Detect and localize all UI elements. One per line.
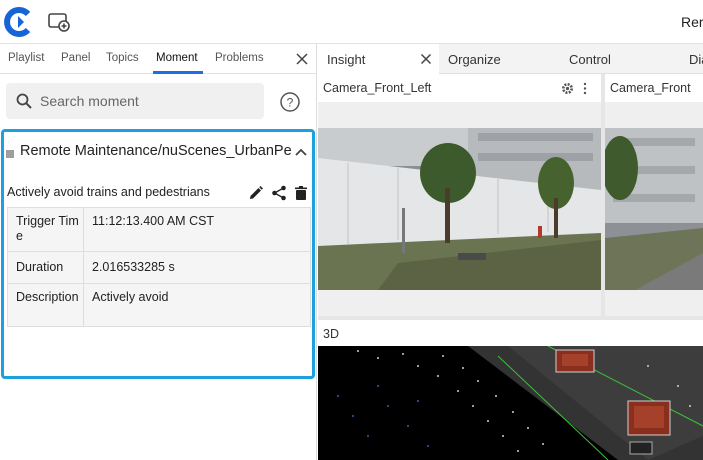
close-icon[interactable] <box>418 51 434 67</box>
top-bar: Rer <box>0 0 703 44</box>
camera-front-left-image <box>318 128 601 290</box>
camera-front-left-view[interactable] <box>318 102 601 316</box>
field-value-duration: 2.016533285 s <box>83 251 311 284</box>
right-tab-bar: Insight Organize Control Dia <box>318 44 703 74</box>
table-row: Description Actively avoid <box>7 283 311 327</box>
camera-front-image <box>605 128 703 290</box>
right-panel: Insight Organize Control Dia Camera_Fron… <box>318 44 703 460</box>
moment-description: Actively avoid trains and pedestrians <box>7 185 210 199</box>
new-window-icon[interactable] <box>47 11 71 33</box>
tab-moment[interactable]: Moment <box>156 52 198 64</box>
view-3d-title: 3D <box>323 327 339 341</box>
tab-topics[interactable]: Topics <box>106 52 139 64</box>
view-3d-header: 3D <box>318 320 703 346</box>
tab-organize[interactable]: Organize <box>448 44 501 74</box>
camera-front-title: Camera_Front <box>610 81 691 95</box>
app-logo-icon[interactable] <box>2 6 34 38</box>
field-value-trigger-time: 11:12:13.400 AM CST <box>83 207 311 252</box>
moment-card-header[interactable]: Remote Maintenance/nuScenes_UrbanPe <box>4 132 312 172</box>
vehicle-box <box>555 349 595 373</box>
view-3d-canvas[interactable] <box>318 346 703 460</box>
left-tab-bar: Playlist Panel Topics Moment Problems <box>0 44 317 74</box>
search-icon <box>16 93 32 109</box>
vehicle-box <box>627 400 671 436</box>
edit-icon[interactable] <box>248 185 264 201</box>
tab-dia[interactable]: Dia <box>689 44 703 74</box>
camera-front-view[interactable] <box>605 102 703 316</box>
share-icon[interactable] <box>271 185 287 201</box>
moment-details-table: Trigger Time 11:12:13.400 AM CST Duratio… <box>7 207 311 327</box>
table-row: Duration 2.016533285 s <box>7 251 311 284</box>
tab-problems[interactable]: Problems <box>215 52 264 64</box>
left-panel: Playlist Panel Topics Moment Problems ? … <box>0 44 317 460</box>
search-input[interactable] <box>40 83 260 119</box>
help-icon[interactable]: ? <box>279 91 301 113</box>
point-cloud-image <box>318 346 703 460</box>
tab-playlist[interactable]: Playlist <box>8 52 44 64</box>
moment-title: Remote Maintenance/nuScenes_UrbanPe <box>20 143 292 159</box>
search-box <box>6 83 264 119</box>
camera-front-left-header: Camera_Front_Left <box>318 74 601 102</box>
moment-status-marker <box>6 150 14 158</box>
table-row: Trigger Time 11:12:13.400 AM CST <box>7 207 311 252</box>
field-value-description: Actively avoid <box>83 283 311 327</box>
camera-front-left-title: Camera_Front_Left <box>323 81 432 95</box>
field-key-trigger-time: Trigger Time <box>7 207 84 252</box>
active-tab-indicator <box>153 71 203 74</box>
tab-insight-label: Insight <box>327 52 366 67</box>
tab-panel[interactable]: Panel <box>61 52 90 64</box>
chevron-up-icon[interactable] <box>293 144 309 160</box>
tab-control[interactable]: Control <box>569 44 611 74</box>
more-vertical-icon[interactable] <box>582 82 588 95</box>
delete-icon[interactable] <box>293 185 309 201</box>
top-right-label[interactable]: Rer <box>681 14 703 30</box>
camera-front-header: Camera_Front <box>605 74 703 102</box>
svg-text:?: ? <box>287 96 294 110</box>
close-icon[interactable] <box>292 49 312 69</box>
tab-insight[interactable]: Insight <box>318 44 439 74</box>
gear-icon[interactable] <box>561 82 574 95</box>
field-key-description: Description <box>7 283 84 327</box>
moment-card[interactable]: Remote Maintenance/nuScenes_UrbanPe Acti… <box>1 129 315 379</box>
field-key-duration: Duration <box>7 251 84 284</box>
